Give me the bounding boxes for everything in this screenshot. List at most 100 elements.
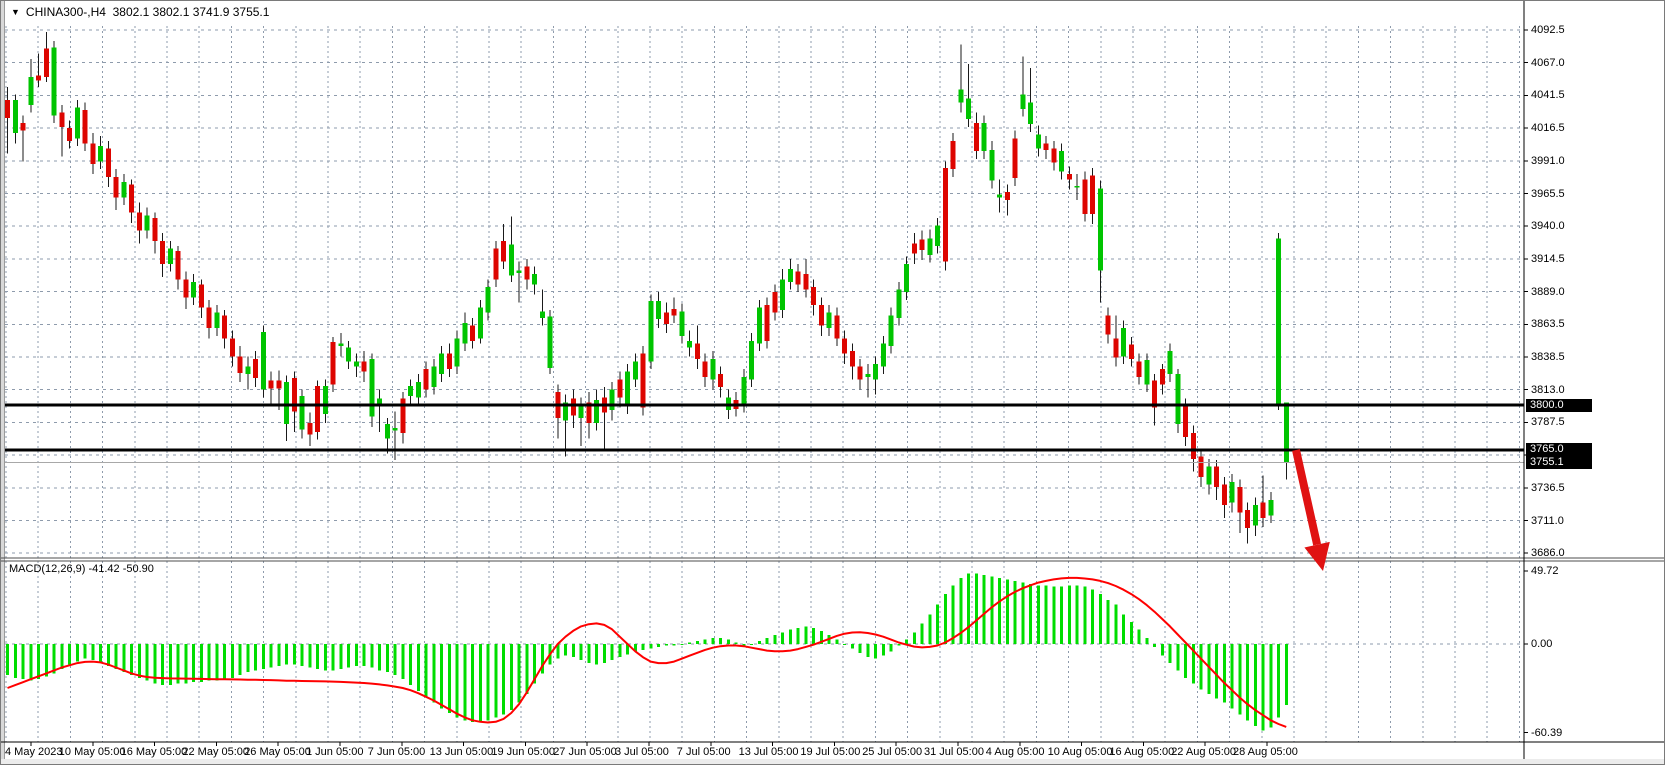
candle-bearish bbox=[36, 76, 41, 81]
macd-histogram-bar bbox=[76, 644, 79, 662]
price-axis-label[interactable]: 3863.5 bbox=[1531, 318, 1565, 330]
candle-bearish bbox=[253, 359, 258, 378]
time-axis-label[interactable]: 28 Aug 05:00 bbox=[1233, 746, 1298, 758]
price-axis-label[interactable]: 3889.0 bbox=[1531, 286, 1565, 298]
time-axis-label[interactable]: 13 Jun 05:00 bbox=[430, 746, 494, 758]
macd-histogram-bar bbox=[727, 640, 730, 644]
price-axis-label[interactable]: 3965.5 bbox=[1531, 188, 1565, 200]
candle-bearish bbox=[1245, 510, 1250, 528]
candle-bullish bbox=[540, 311, 545, 317]
macd-histogram-bar bbox=[1169, 644, 1172, 663]
candle-bullish bbox=[625, 372, 630, 407]
macd-histogram-bar bbox=[1200, 644, 1203, 690]
candle-bullish bbox=[455, 338, 460, 366]
candle-bearish bbox=[276, 381, 281, 389]
time-axis-label[interactable]: 25 Jul 05:00 bbox=[862, 746, 922, 758]
macd-histogram-bar bbox=[425, 644, 428, 697]
time-axis-label[interactable]: 10 May 05:00 bbox=[59, 746, 126, 758]
candle-bearish bbox=[493, 249, 498, 280]
macd-histogram-bar bbox=[1122, 615, 1125, 644]
macd-histogram-bar bbox=[1246, 644, 1249, 720]
candle-bullish bbox=[579, 405, 584, 418]
macd-histogram-bar bbox=[494, 644, 497, 717]
macd-histogram-bar bbox=[1176, 644, 1179, 670]
time-axis-label[interactable]: 16 May 05:00 bbox=[121, 746, 188, 758]
price-chart[interactable] bbox=[1, 1, 1665, 765]
ohlc-values: 3802.1 3802.1 3741.9 3755.1 bbox=[113, 5, 270, 19]
price-axis-label[interactable]: 3686.0 bbox=[1531, 547, 1565, 559]
macd-histogram-bar bbox=[1037, 585, 1040, 644]
candle-bullish bbox=[509, 245, 514, 276]
time-axis-label[interactable]: 31 Jul 05:00 bbox=[924, 746, 984, 758]
price-axis-label[interactable]: 4067.0 bbox=[1531, 57, 1565, 69]
price-axis-label[interactable]: 3813.0 bbox=[1531, 384, 1565, 396]
macd-histogram-bar bbox=[254, 644, 257, 670]
macd-histogram-bar bbox=[975, 574, 978, 644]
macd-histogram-bar bbox=[239, 644, 242, 675]
time-axis-label[interactable]: 13 Jul 05:00 bbox=[739, 746, 799, 758]
macd-histogram-bar bbox=[130, 644, 133, 675]
candle-bullish bbox=[1059, 151, 1064, 172]
time-axis-label[interactable]: 22 May 05:00 bbox=[182, 746, 249, 758]
candle-bearish bbox=[176, 251, 181, 279]
macd-histogram-bar bbox=[812, 628, 815, 644]
macd-histogram-bar bbox=[68, 644, 71, 665]
candle-bullish bbox=[214, 313, 219, 328]
candle-bullish bbox=[1175, 374, 1180, 424]
macd-histogram-bar bbox=[1060, 587, 1063, 644]
candle-bullish bbox=[1268, 500, 1273, 515]
time-axis-label[interactable]: 10 Aug 05:00 bbox=[1048, 746, 1113, 758]
macd-histogram-bar bbox=[463, 644, 466, 720]
trend-arrow-shaft[interactable] bbox=[1296, 450, 1317, 545]
time-axis-label[interactable]: 27 Jun 05:00 bbox=[553, 746, 617, 758]
price-axis-label[interactable]: 4016.5 bbox=[1531, 122, 1565, 134]
candle-bearish bbox=[571, 399, 576, 416]
time-axis-label[interactable]: 16 Aug 05:00 bbox=[1109, 746, 1174, 758]
macd-histogram-bar bbox=[1215, 644, 1218, 698]
macd-axis-label[interactable]: -60.39 bbox=[1531, 727, 1562, 739]
candle-bullish bbox=[431, 367, 436, 388]
candle-bearish bbox=[974, 123, 979, 151]
price-axis-label[interactable]: 3940.0 bbox=[1531, 220, 1565, 232]
price-axis-label[interactable]: 3787.5 bbox=[1531, 416, 1565, 428]
candle-bullish bbox=[517, 270, 522, 273]
current-price-tag: 3755.1 bbox=[1526, 456, 1592, 469]
macd-axis-label[interactable]: 49.72 bbox=[1531, 565, 1559, 577]
candle-bearish bbox=[67, 128, 72, 141]
price-axis-label[interactable]: 4041.5 bbox=[1531, 89, 1565, 101]
price-axis-label[interactable]: 3711.0 bbox=[1531, 515, 1564, 527]
candle-bullish bbox=[710, 359, 715, 380]
symbol-dropdown-icon[interactable]: ▼ bbox=[11, 7, 20, 17]
candle-bullish bbox=[788, 269, 793, 282]
macd-histogram-bar bbox=[1083, 587, 1086, 644]
time-axis-label[interactable]: 4 Aug 05:00 bbox=[986, 746, 1045, 758]
price-axis-label[interactable]: 3736.5 bbox=[1531, 482, 1565, 494]
candle-bullish bbox=[1075, 186, 1080, 188]
macd-histogram-bar bbox=[14, 644, 17, 678]
time-axis-label[interactable]: 7 Jun 05:00 bbox=[368, 746, 426, 758]
time-axis-label[interactable]: 19 Jul 05:00 bbox=[800, 746, 860, 758]
candle-bullish bbox=[1253, 505, 1258, 526]
candle-bearish bbox=[470, 326, 475, 341]
macd-histogram-bar bbox=[928, 615, 931, 644]
time-axis-label[interactable]: 1 Jun 05:00 bbox=[306, 746, 364, 758]
time-axis-label[interactable]: 26 May 05:00 bbox=[244, 746, 311, 758]
macd-histogram-bar bbox=[1223, 644, 1226, 703]
time-axis-label[interactable]: 22 Aug 05:00 bbox=[1171, 746, 1236, 758]
macd-histogram-bar bbox=[665, 644, 668, 645]
price-axis-label[interactable]: 3838.5 bbox=[1531, 351, 1565, 363]
price-axis-label[interactable]: 3991.0 bbox=[1531, 155, 1565, 167]
candle-bullish bbox=[75, 108, 80, 139]
macd-histogram-bar bbox=[704, 640, 707, 644]
macd-histogram-bar bbox=[37, 644, 40, 679]
price-axis-label[interactable]: 3914.5 bbox=[1531, 253, 1565, 265]
macd-histogram-bar bbox=[1130, 622, 1133, 644]
time-axis-label[interactable]: 19 Jun 05:00 bbox=[491, 746, 555, 758]
candle-bullish bbox=[989, 150, 994, 181]
time-axis-label[interactable]: 3 Jul 05:00 bbox=[615, 746, 669, 758]
price-axis-label[interactable]: 4092.5 bbox=[1531, 24, 1565, 36]
time-axis-label[interactable]: 4 May 2023 bbox=[5, 746, 62, 758]
time-axis-label[interactable]: 7 Jul 05:00 bbox=[677, 746, 731, 758]
macd-axis-label[interactable]: 0.00 bbox=[1531, 638, 1552, 650]
macd-histogram-bar bbox=[200, 644, 203, 682]
